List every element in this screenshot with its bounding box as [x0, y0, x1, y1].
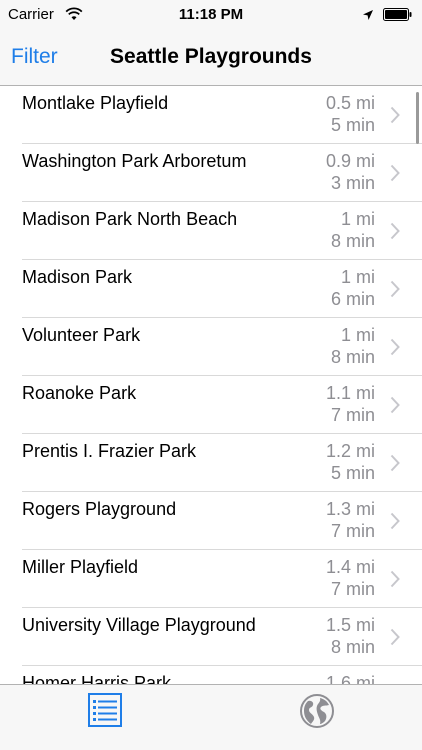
- list-item[interactable]: Madison Park North Beach 1 mi 8 min: [0, 202, 422, 260]
- playground-travel-time: 3 min: [330, 173, 375, 193]
- playground-distance: 1.6 mi: [325, 673, 375, 684]
- playground-distance: 1.3 mi: [325, 499, 375, 519]
- playground-name: Roanoke Park: [22, 383, 137, 403]
- playground-name: Madison Park North Beach: [22, 209, 238, 229]
- playground-travel-time: 7 min: [330, 405, 375, 425]
- playground-list[interactable]: Montlake Playfield 0.5 mi 5 min Washingt…: [0, 86, 422, 684]
- playground-name: Miller Playfield: [22, 557, 139, 577]
- scroll-indicator[interactable]: [416, 92, 419, 144]
- playground-travel-time: 6 min: [330, 289, 375, 309]
- playground-distance: 1 mi: [340, 209, 375, 229]
- status-bar: Carrier 11:18 PM: [0, 0, 422, 30]
- chevron-right-icon: [390, 628, 400, 651]
- playground-travel-time: 7 min: [330, 521, 375, 541]
- chevron-right-icon: [390, 280, 400, 303]
- playground-distance: 1.2 mi: [325, 441, 375, 461]
- list-item[interactable]: Madison Park 1 mi 6 min: [0, 260, 422, 318]
- playground-distance: 1.1 mi: [325, 383, 375, 403]
- list-icon: [88, 693, 122, 727]
- playground-travel-time: 8 min: [330, 637, 375, 657]
- chevron-right-icon: [390, 222, 400, 245]
- chevron-right-icon: [390, 512, 400, 535]
- list-item[interactable]: Volunteer Park 1 mi 8 min: [0, 318, 422, 376]
- list-item[interactable]: Rogers Playground 1.3 mi 7 min: [0, 492, 422, 550]
- playground-name: Volunteer Park: [22, 325, 141, 345]
- tab-map[interactable]: [211, 685, 422, 750]
- playground-travel-time: 5 min: [330, 463, 375, 483]
- playground-travel-time: 7 min: [330, 579, 375, 599]
- chevron-right-icon: [390, 164, 400, 187]
- tab-bar: [0, 684, 422, 750]
- navigation-bar: Filter Seattle Playgrounds: [0, 30, 422, 86]
- location-arrow-icon: [362, 8, 374, 26]
- list-item[interactable]: Prentis I. Frazier Park 1.2 mi 5 min: [0, 434, 422, 492]
- playground-distance: 1 mi: [340, 267, 375, 287]
- playground-name: University Village Playground: [22, 615, 256, 635]
- list-item[interactable]: Washington Park Arboretum 0.9 mi 3 min: [0, 144, 422, 202]
- chevron-right-icon: [390, 454, 400, 477]
- list-item[interactable]: University Village Playground 1.5 mi 8 m…: [0, 608, 422, 666]
- tab-list[interactable]: [0, 685, 211, 750]
- status-time: 11:18 PM: [178, 6, 244, 23]
- playground-name: Prentis I. Frazier Park: [22, 441, 197, 461]
- playground-name: Madison Park: [22, 267, 133, 287]
- playground-distance: 1.5 mi: [325, 615, 375, 635]
- playground-distance: 1.4 mi: [325, 557, 375, 577]
- playground-name: Homer Harris Park: [22, 673, 172, 684]
- list-item[interactable]: Roanoke Park 1.1 mi 7 min: [0, 376, 422, 434]
- playground-travel-time: 8 min: [330, 347, 375, 367]
- playground-name: Washington Park Arboretum: [22, 151, 247, 171]
- playground-travel-time: 8 min: [330, 231, 375, 251]
- list-item[interactable]: Miller Playfield 1.4 mi 7 min: [0, 550, 422, 608]
- list-item[interactable]: Montlake Playfield 0.5 mi 5 min: [0, 86, 422, 144]
- chevron-right-icon: [390, 106, 400, 129]
- playground-name: Rogers Playground: [22, 499, 177, 519]
- globe-icon: [300, 694, 334, 728]
- playground-distance: 0.9 mi: [325, 151, 375, 171]
- page-title: Seattle Playgrounds: [110, 45, 312, 68]
- list-item[interactable]: Homer Harris Park 1.6 mi: [0, 666, 422, 684]
- playground-name: Montlake Playfield: [22, 93, 169, 113]
- battery-icon: [383, 8, 413, 26]
- playground-distance: 1 mi: [340, 325, 375, 345]
- chevron-right-icon: [390, 338, 400, 361]
- chevron-right-icon: [390, 570, 400, 593]
- playground-distance: 0.5 mi: [325, 93, 375, 113]
- chevron-right-icon: [390, 396, 400, 419]
- playground-travel-time: 5 min: [330, 115, 375, 135]
